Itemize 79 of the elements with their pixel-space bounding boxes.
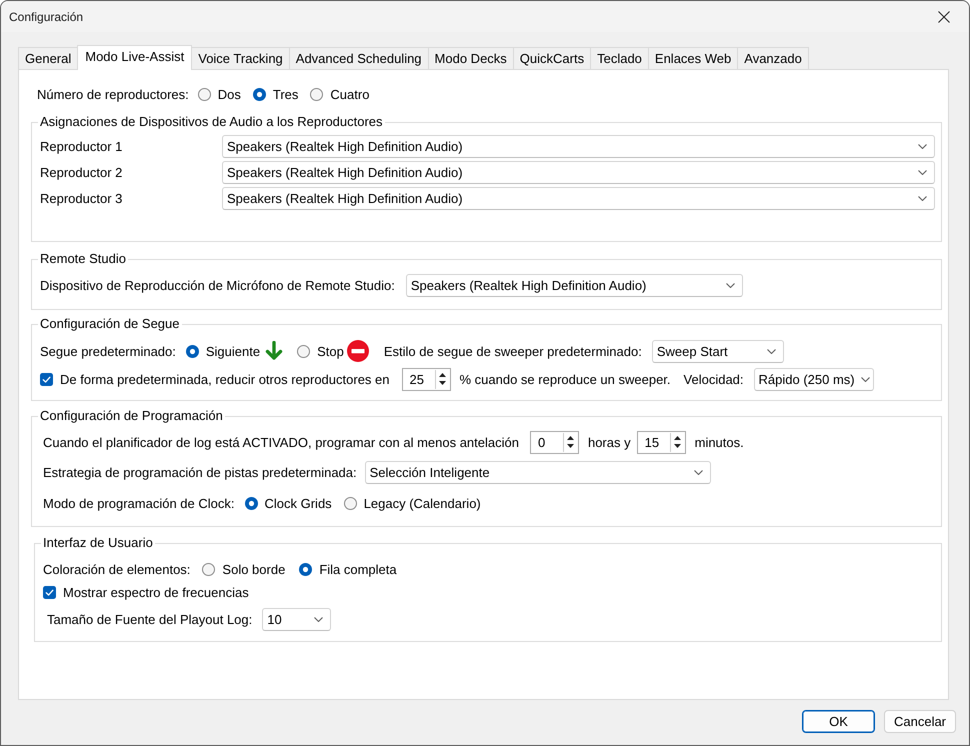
chevron-down-icon (918, 170, 927, 174)
dropdown[interactable]: Speakers (Realtek High Definition Audio) (222, 186, 935, 210)
field-label: Dispositivo de Reproducción de Micrófono de Remote Studio: (40, 278, 395, 292)
field-label: horas y (588, 434, 631, 450)
option-label[interactable]: Fila completa (319, 562, 397, 576)
option-label[interactable]: Stop (317, 344, 344, 358)
chevron-down-icon (694, 470, 703, 474)
spin-up-icon[interactable] (674, 436, 681, 440)
spin-up-icon[interactable] (438, 373, 446, 378)
checkbox-label[interactable]: Mostrar espectro de frecuencias (63, 584, 249, 600)
checkbox[interactable] (43, 586, 56, 598)
no-entry-icon (346, 340, 369, 362)
window-title: Configuración (9, 10, 84, 24)
field-label: Cuando el planificador de log está ACTIVADO, programar con al menos antelación (43, 434, 519, 450)
field-label: Velocidad: (684, 372, 744, 386)
radio-button[interactable] (244, 496, 258, 510)
dropdown[interactable]: Sweep Start (652, 340, 784, 362)
option-label[interactable]: Cuatro (330, 86, 370, 102)
field-label: Reproductor 2 (40, 164, 124, 180)
group-title: Asignaciones de Dispositivos de Audio a los Reproductores (39, 114, 384, 130)
option-label[interactable]: Solo borde (222, 562, 286, 576)
field-label: Modo de programación de Clock: (43, 496, 234, 510)
dropdown[interactable]: Speakers (Realtek High Definition Audio) (222, 160, 935, 184)
field-label: Estrategia de programación de pistas predeterminada: (43, 464, 357, 480)
checkbox[interactable] (40, 372, 53, 386)
field-label: Segue predeterminado: (40, 344, 176, 358)
spin-up-icon[interactable] (566, 436, 574, 440)
option-label[interactable]: Clock Grids (264, 496, 332, 510)
field-label: Número de reproductores: (37, 86, 189, 102)
chevron-down-icon (314, 616, 324, 622)
option-label[interactable]: Dos (218, 86, 241, 102)
tab[interactable]: Voice Tracking (191, 47, 290, 69)
chevron-down-icon (766, 348, 776, 354)
chevron-down-icon (726, 282, 735, 288)
radio-button[interactable] (297, 344, 310, 358)
option-label[interactable]: Legacy (Calendario) (364, 496, 481, 510)
spin-box[interactable]: 25 (402, 368, 450, 390)
field-label: minutos. (694, 434, 744, 450)
tab[interactable]: Avanzado (737, 47, 809, 69)
tab[interactable]: Advanced Scheduling (288, 47, 429, 69)
dropdown[interactable]: Speakers (Realtek High Definition Audio) (222, 134, 935, 158)
tab[interactable]: General (18, 47, 78, 69)
spin-down-icon[interactable] (674, 444, 681, 448)
dropdown[interactable]: Speakers (Realtek High Definition Audio) (406, 274, 743, 296)
option-label[interactable]: Tres (272, 86, 298, 102)
dropdown[interactable]: 10 (262, 608, 332, 630)
chevron-down-icon (860, 376, 870, 382)
field-label: Tamaño de Fuente del Playout Log: (47, 612, 252, 626)
radio-button[interactable] (299, 562, 312, 576)
checkbox-label[interactable]: De forma predeterminada, reducir otros reproductores en (60, 372, 390, 386)
group-title: Configuración de Programación (39, 408, 224, 424)
dropdown[interactable]: Rápido (250 ms) (754, 368, 874, 390)
radio-button[interactable] (186, 344, 199, 358)
field-label: Reproductor 3 (40, 190, 124, 206)
spin-box[interactable]: 0 (530, 430, 579, 454)
field-label: Reproductor 1 (40, 138, 124, 154)
field-label: % cuando se reproduce un sweeper. (460, 372, 671, 386)
radio-button[interactable] (202, 562, 216, 576)
dropdown[interactable]: Selección Inteligente (364, 460, 711, 484)
close-icon[interactable] (938, 10, 950, 22)
spin-down-icon[interactable] (438, 380, 446, 385)
dialog-button[interactable]: Cancelar (884, 710, 956, 733)
field-label: Coloración de elementos: (43, 562, 190, 576)
group-title: Configuración de Segue (39, 316, 180, 332)
group-title: Remote Studio (39, 251, 127, 267)
dialog-button[interactable]: OK (802, 710, 875, 733)
radio-button[interactable] (344, 496, 357, 510)
spin-box[interactable]: 15 (636, 430, 686, 454)
tab[interactable]: Modo Live-Assist (77, 45, 192, 70)
chevron-down-icon (918, 196, 927, 200)
spin-down-icon[interactable] (566, 444, 574, 448)
radio-button[interactable] (198, 88, 211, 100)
field-label: Estilo de segue de sweeper predeterminado: (384, 344, 642, 358)
radio-button[interactable] (252, 88, 266, 100)
chevron-down-icon (918, 144, 927, 148)
group-title: Interfaz de Usuario (42, 535, 154, 551)
arrow-down-icon (265, 341, 284, 361)
option-label[interactable]: Siguiente (206, 344, 260, 358)
radio-button[interactable] (310, 88, 324, 100)
